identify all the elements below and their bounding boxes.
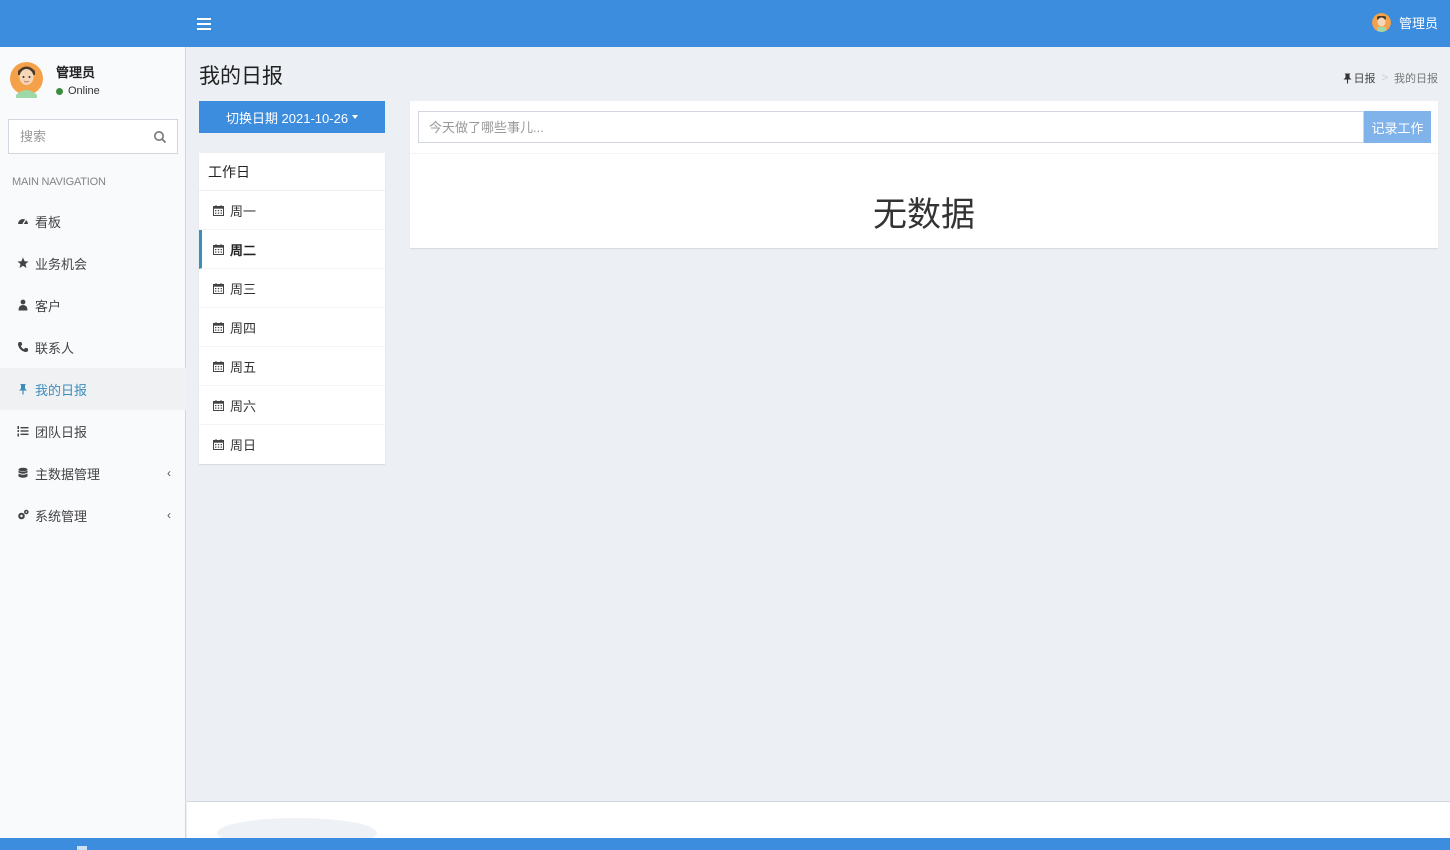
sidebar-item-label: 团队日报 [35,424,88,440]
user-name: 管理员 [1398,16,1438,31]
avatar [10,59,43,98]
workday-item-mon[interactable]: 周一 [199,191,385,230]
calendar-icon [213,399,224,411]
calendar-icon [213,243,224,255]
sidebar-item-my-daily-report[interactable]: 我的日报 [0,368,186,410]
star-icon [17,257,29,269]
sidebar-item-opportunities[interactable]: 业务机会 [0,242,186,284]
record-work-button[interactable]: 记录工作 [1364,111,1431,143]
workday-item-tue[interactable]: 周二 [199,230,385,269]
workdays-panel: 工作日 周一 周二 周三 周四 周五 周六 周日 [199,153,385,464]
footer [187,801,1450,838]
breadcrumb: 日报 > 我的日报 [1343,70,1438,86]
workday-item-sun[interactable]: 周日 [199,425,385,464]
list-ol-icon [17,425,29,437]
user-name: 管理员 [56,65,96,80]
workday-item-thu[interactable]: 周四 [199,308,385,347]
work-log-input[interactable] [418,111,1364,143]
sidebar-item-dashboard[interactable]: 看板 [0,200,186,242]
sidebar-item-label: 我的日报 [35,382,88,398]
breadcrumb-current: 我的日报 [1394,73,1438,85]
status-badge: Online [56,85,100,97]
sidebar-item-label: 客户 [35,298,62,314]
phone-icon [17,341,29,353]
sidebar-item-contacts[interactable]: 联系人 [0,326,186,368]
search-input[interactable] [9,120,139,153]
bottom-bar-marker [77,846,87,850]
calendar-icon [213,282,224,294]
database-icon [17,467,29,479]
search-icon[interactable] [153,130,167,144]
cogs-icon [17,509,29,521]
user-menu[interactable]: 管理员 [1371,13,1438,32]
switch-date-button[interactable]: 切换日期 2021-10-26 [199,101,385,133]
sidebar: 管理员 Online MAIN NAVIGATION 看板 业务机会 客户 联系… [0,47,186,850]
sidebar-item-system-settings[interactable]: 系统管理 ‹ [0,494,186,536]
bars-icon[interactable] [197,15,211,31]
user-tie-icon [17,299,29,311]
user-panel: 管理员 Online [10,59,180,103]
sidebar-item-label: 联系人 [35,340,75,356]
page-title: 我的日报 [199,65,283,88]
calendar-icon [213,321,224,333]
chevron-left-icon: ‹ [167,508,171,522]
search-form [8,119,178,154]
workday-label: 周日 [230,438,257,453]
sidebar-item-label: 业务机会 [35,256,88,272]
caret-down-icon [352,115,359,119]
switch-date-label: 切换日期 2021-10-26 [225,110,349,126]
workday-label: 周五 [230,359,257,375]
sidebar-item-team-daily-report[interactable]: 团队日报 [0,410,186,452]
sidebar-item-label: 系统管理 [35,508,88,524]
workday-label: 周四 [230,320,257,336]
online-dot-icon [56,87,63,95]
workday-item-wed[interactable]: 周三 [199,269,385,308]
thumbtack-icon [17,383,29,395]
sidebar-item-label: 看板 [35,214,62,230]
calendar-icon [213,439,224,450]
footer-decoration [217,818,377,838]
dashboard-icon [17,215,29,227]
workday-item-sat[interactable]: 周六 [199,386,385,425]
sidebar-menu: 看板 业务机会 客户 联系人 我的日报 团队日报 主数据管理 ‹ 系统管理 ‹ [0,200,186,536]
workdays-title: 工作日 [199,153,385,191]
breadcrumb-separator: > [1381,72,1388,84]
workday-item-fri[interactable]: 周五 [199,347,385,386]
work-log-panel: 记录工作 无数据 [410,101,1438,248]
workday-label: 周一 [230,203,257,219]
calendar-icon [213,360,224,372]
sidebar-item-label: 主数据管理 [35,466,101,482]
thumbtack-icon [1343,73,1352,84]
status-text: Online [68,85,100,97]
nav-header: MAIN NAVIGATION [12,176,106,188]
sidebar-item-master-data[interactable]: 主数据管理 ‹ [0,452,186,494]
bottom-bar [0,838,1450,850]
avatar [1371,13,1391,32]
breadcrumb-link[interactable]: 日报 [1354,70,1376,86]
chevron-left-icon: ‹ [167,466,171,480]
calendar-icon [213,204,224,216]
workdays-list: 周一 周二 周三 周四 周五 周六 周日 [199,191,385,464]
workday-label: 周三 [230,281,257,297]
empty-state-text: 无数据 [873,196,975,234]
workday-label: 周六 [230,398,257,414]
divider [410,153,1438,154]
workday-label: 周二 [230,242,257,258]
top-navbar: 管理员 [0,0,1450,47]
sidebar-item-customers[interactable]: 客户 [0,284,186,326]
